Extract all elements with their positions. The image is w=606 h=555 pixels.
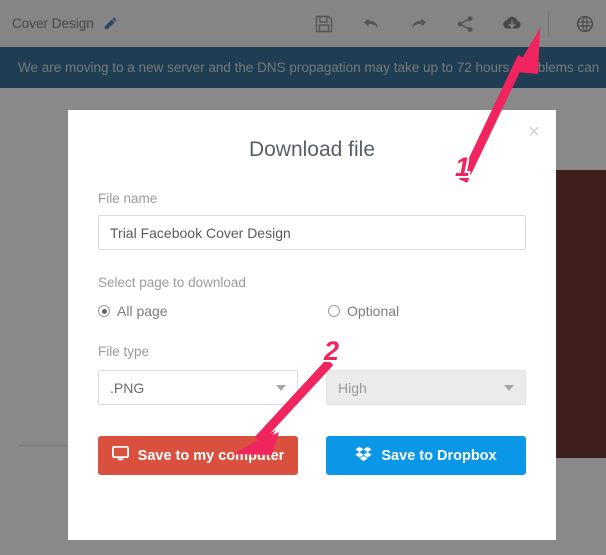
file-type-label: File type [98, 344, 150, 359]
save-to-computer-button[interactable]: Save to my computer [98, 436, 298, 475]
save-to-computer-label: Save to my computer [137, 447, 285, 464]
radio-optional-mark[interactable] [328, 305, 340, 317]
dialog-title: Download file [248, 138, 376, 161]
file-format-select[interactable]: .PNG [98, 370, 298, 405]
save-to-dropbox-label: Save to Dropbox [381, 447, 497, 464]
close-icon[interactable]: × [521, 119, 547, 145]
monitor-icon [111, 445, 129, 465]
chevron-down-icon [504, 384, 514, 391]
radio-all-page[interactable]: All page [98, 303, 328, 319]
radio-all-page-label: All page [117, 303, 168, 319]
chevron-down-icon [276, 384, 286, 391]
file-type-row: .PNG High [98, 370, 526, 405]
radio-optional-label: Optional [347, 303, 400, 319]
dialog-body: File name Select page to download All pa… [68, 191, 556, 475]
file-name-label: File name [98, 191, 158, 206]
file-name-input[interactable] [98, 215, 526, 250]
select-page-label: Select page to download [98, 275, 246, 290]
file-quality-select[interactable]: High [326, 370, 526, 405]
download-file-dialog: × Download file File name Select page to… [68, 110, 556, 540]
radio-all-page-mark[interactable] [98, 305, 110, 317]
file-format-value: .PNG [110, 379, 145, 396]
radio-optional[interactable]: Optional [328, 303, 399, 319]
dialog-actions: Save to my computer Save to Dropbox [98, 436, 526, 475]
save-to-dropbox-button[interactable]: Save to Dropbox [326, 436, 526, 475]
file-quality-value: High [338, 379, 367, 396]
page-select-radio-group: All page Optional [98, 303, 526, 319]
dropbox-icon [355, 446, 372, 465]
